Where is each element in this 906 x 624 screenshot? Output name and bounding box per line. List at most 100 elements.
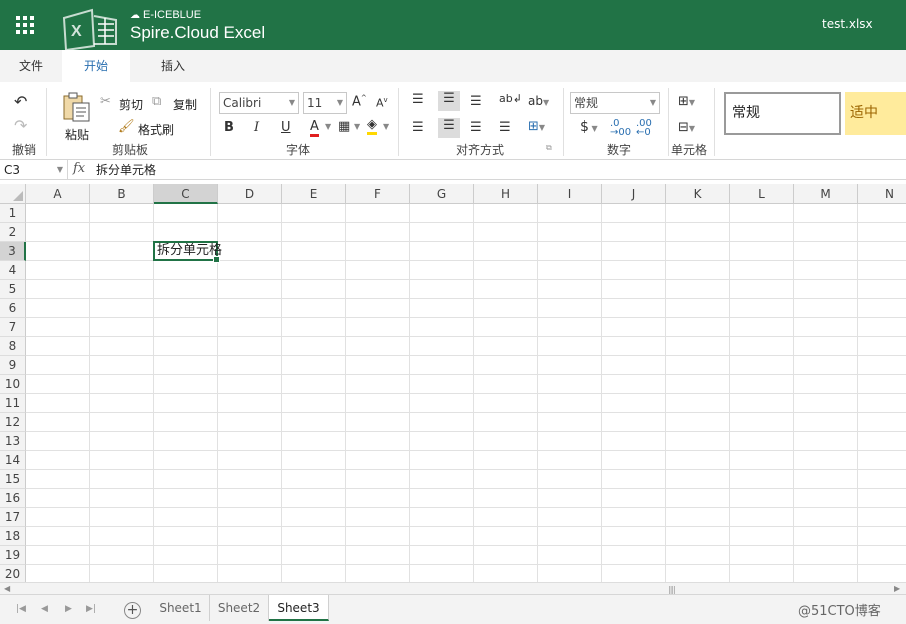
sheet-tab-1[interactable]: Sheet1 bbox=[152, 595, 210, 621]
tab-file[interactable]: 文件 bbox=[0, 50, 62, 82]
cut-button[interactable]: 剪切 bbox=[119, 96, 143, 113]
chevron-down-icon[interactable]: ▼ bbox=[383, 122, 389, 131]
row-header-14[interactable]: 14 bbox=[0, 451, 26, 470]
paste-button[interactable]: 粘贴 bbox=[65, 126, 89, 143]
row-header-10[interactable]: 10 bbox=[0, 375, 26, 394]
paste-icon[interactable] bbox=[62, 92, 92, 122]
active-cell[interactable]: 拆分单元格 bbox=[153, 241, 222, 263]
row-header-16[interactable]: 16 bbox=[0, 489, 26, 508]
align-right-icon[interactable]: ☰ bbox=[470, 120, 482, 135]
next-sheet-icon[interactable]: ▶ bbox=[65, 604, 72, 614]
align-middle-icon[interactable]: ☰ bbox=[438, 91, 460, 111]
decrease-decimal-icon[interactable]: .00 ←0 bbox=[636, 119, 652, 138]
row-header-17[interactable]: 17 bbox=[0, 508, 26, 527]
wrap-text-icon[interactable]: ab↲ bbox=[499, 92, 522, 105]
column-header-m[interactable]: M bbox=[794, 184, 858, 204]
chevron-down-icon[interactable]: ▼ bbox=[325, 122, 331, 131]
row-header-15[interactable]: 15 bbox=[0, 470, 26, 489]
align-top-icon[interactable]: ☰ bbox=[412, 92, 424, 107]
borders-icon[interactable]: ▦ bbox=[338, 119, 350, 134]
underline-button[interactable]: U bbox=[281, 120, 291, 135]
column-header-k[interactable]: K bbox=[666, 184, 730, 204]
align-left-icon[interactable]: ☰ bbox=[412, 120, 424, 135]
last-sheet-icon[interactable]: ▶| bbox=[86, 604, 96, 614]
column-header-d[interactable]: D bbox=[218, 184, 282, 204]
column-header-g[interactable]: G bbox=[410, 184, 474, 204]
delete-cells-icon[interactable]: ⊟▼ bbox=[678, 120, 695, 135]
add-sheet-icon[interactable]: + bbox=[124, 602, 141, 619]
redo-icon[interactable]: ↷ bbox=[14, 116, 27, 135]
formula-input[interactable]: 拆分单元格 bbox=[96, 160, 156, 180]
row-header-9[interactable]: 9 bbox=[0, 356, 26, 375]
column-header-l[interactable]: L bbox=[730, 184, 794, 204]
app-launcher-icon[interactable] bbox=[16, 16, 34, 34]
justify-icon[interactable]: ☰ bbox=[499, 120, 511, 135]
scroll-grip-icon[interactable]: |||| bbox=[668, 585, 676, 594]
scroll-right-icon[interactable]: ▶ bbox=[894, 584, 900, 593]
italic-button[interactable]: I bbox=[254, 120, 259, 135]
number-format-select[interactable]: 常规 ▼ bbox=[570, 92, 660, 114]
column-header-b[interactable]: B bbox=[90, 184, 154, 204]
column-header-i[interactable]: I bbox=[538, 184, 602, 204]
function-icon[interactable]: fx bbox=[73, 161, 85, 176]
row-header-12[interactable]: 12 bbox=[0, 413, 26, 432]
row-header-2[interactable]: 2 bbox=[0, 223, 26, 242]
row-header-4[interactable]: 4 bbox=[0, 261, 26, 280]
format-painter-button[interactable]: 格式刷 bbox=[138, 121, 174, 138]
copy-icon[interactable]: ⧉ bbox=[152, 94, 161, 109]
undo-icon[interactable]: ↶ bbox=[14, 92, 27, 111]
first-sheet-icon[interactable]: |◀ bbox=[16, 604, 26, 614]
merge-cells-icon[interactable]: ⊞▼ bbox=[528, 119, 545, 134]
row-header-5[interactable]: 5 bbox=[0, 280, 26, 299]
prev-sheet-icon[interactable]: ◀ bbox=[41, 604, 48, 614]
cell-style-neutral[interactable]: 适中 bbox=[845, 92, 906, 135]
copy-button[interactable]: 复制 bbox=[173, 96, 197, 113]
cell-style-normal[interactable]: 常规 bbox=[724, 92, 841, 135]
column-header-f[interactable]: F bbox=[346, 184, 410, 204]
column-header-c[interactable]: C bbox=[154, 184, 218, 204]
row-header-6[interactable]: 6 bbox=[0, 299, 26, 318]
column-header-h[interactable]: H bbox=[474, 184, 538, 204]
row-header-18[interactable]: 18 bbox=[0, 527, 26, 546]
row-header-8[interactable]: 8 bbox=[0, 337, 26, 356]
column-header-a[interactable]: A bbox=[26, 184, 90, 204]
spreadsheet-grid[interactable]: A B C D E F G H I J K L M N 1 2 3 4 5 6 7 8 9 10 11 12 13 14 15 16 17 1… bbox=[0, 184, 906, 582]
row-header-13[interactable]: 13 bbox=[0, 432, 26, 451]
font-size-select[interactable]: 11 ▼ bbox=[303, 92, 347, 114]
align-bottom-icon[interactable]: ☰ bbox=[470, 94, 482, 109]
tab-home[interactable]: 开始 bbox=[62, 50, 130, 82]
select-all-corner[interactable] bbox=[0, 184, 26, 204]
fill-color-icon[interactable]: ◈ bbox=[367, 118, 377, 135]
tab-insert[interactable]: 插入 bbox=[136, 50, 210, 82]
file-name[interactable]: test.xlsx bbox=[822, 17, 873, 31]
increase-decimal-icon[interactable]: .0 →00 bbox=[610, 119, 631, 138]
orientation-icon[interactable]: ab▼ bbox=[528, 94, 549, 108]
shrink-font-icon[interactable]: Av bbox=[376, 96, 388, 110]
row-header-1[interactable]: 1 bbox=[0, 204, 26, 223]
currency-icon[interactable]: $ ▼ bbox=[580, 119, 598, 135]
column-header-e[interactable]: E bbox=[282, 184, 346, 204]
grow-font-icon[interactable]: A^ bbox=[352, 94, 367, 109]
row-header-19[interactable]: 19 bbox=[0, 546, 26, 565]
row-header-11[interactable]: 11 bbox=[0, 394, 26, 413]
row-header-3[interactable]: 3 bbox=[0, 242, 26, 261]
horizontal-scrollbar[interactable]: ◀ |||| ▶ bbox=[0, 582, 906, 594]
chevron-down-icon[interactable]: ▼ bbox=[354, 122, 360, 131]
sheet-tab-2[interactable]: Sheet2 bbox=[210, 595, 269, 621]
cut-icon[interactable]: ✂ bbox=[100, 94, 111, 109]
sheet-tab-3[interactable]: Sheet3 bbox=[269, 595, 329, 621]
column-header-n[interactable]: N bbox=[858, 184, 906, 204]
row-header-7[interactable]: 7 bbox=[0, 318, 26, 337]
column-header-j[interactable]: J bbox=[602, 184, 666, 204]
format-painter-icon[interactable]: 🖌 bbox=[118, 119, 135, 134]
font-name-select[interactable]: Calibri ▼ bbox=[219, 92, 299, 114]
name-box[interactable]: C3 ▼ bbox=[0, 160, 68, 180]
align-center-icon[interactable]: ☰ bbox=[438, 118, 460, 138]
bold-button[interactable]: B bbox=[224, 120, 234, 135]
row-header-20[interactable]: 20 bbox=[0, 565, 26, 582]
font-color-button[interactable]: A bbox=[310, 120, 319, 137]
undo-label[interactable]: 撤销 bbox=[12, 141, 36, 158]
insert-cells-icon[interactable]: ⊞▼ bbox=[678, 94, 695, 109]
dialog-launcher-icon[interactable]: ⧉ bbox=[546, 143, 552, 153]
scroll-left-icon[interactable]: ◀ bbox=[4, 584, 10, 593]
